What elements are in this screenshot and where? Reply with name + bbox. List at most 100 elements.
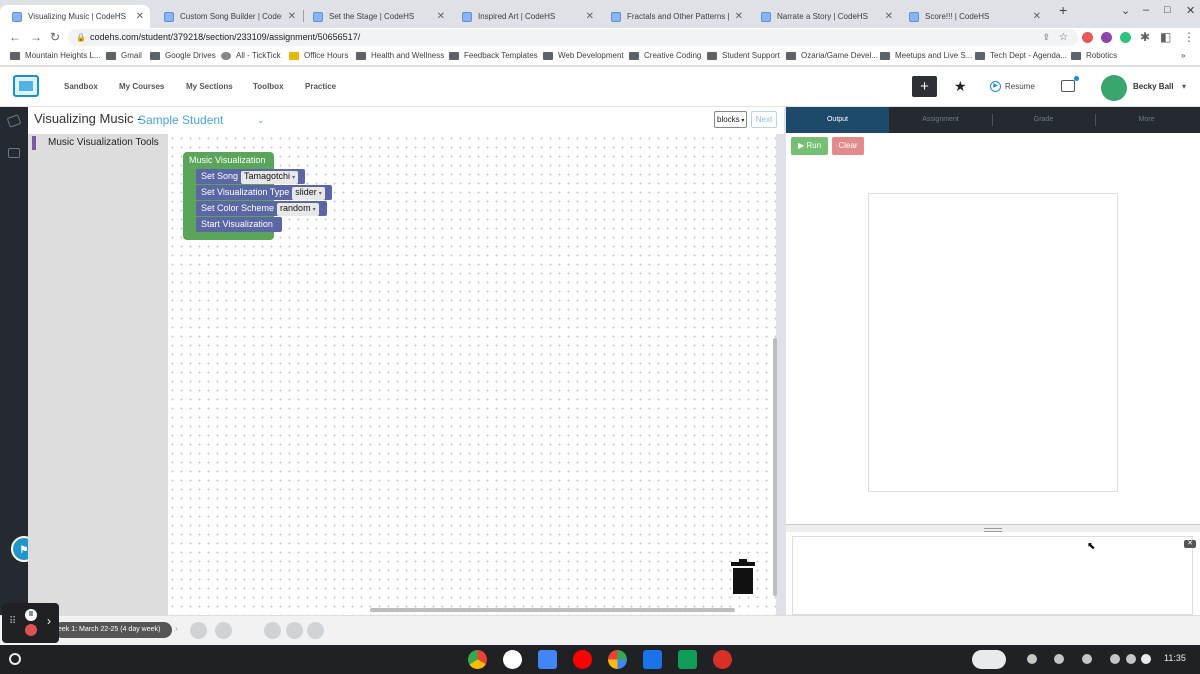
app-icon[interactable] [643, 650, 662, 669]
toolbox-category[interactable]: Music Visualization Tools [32, 136, 159, 150]
chevron-down-icon[interactable]: ▾ [1182, 82, 1186, 91]
resume-button[interactable]: ▶ Resume [990, 81, 1035, 92]
close-tab-icon[interactable]: ✕ [1033, 11, 1041, 22]
lightbulb-icon[interactable] [190, 622, 207, 639]
holding-space-icon[interactable] [972, 650, 1006, 669]
nav-my-courses[interactable]: My Courses [119, 82, 164, 91]
close-tab-icon[interactable]: ✕ [437, 11, 445, 22]
clear-console-icon[interactable]: ✕ [1184, 540, 1196, 548]
bookmark-item[interactable]: Student Support [707, 51, 780, 60]
codehs-logo-icon[interactable] [13, 75, 39, 97]
stylus-icon[interactable] [1054, 654, 1064, 664]
week-selector[interactable]: eek 1: March 22-25 (4 day week) [54, 622, 172, 638]
forward-icon[interactable]: → [30, 30, 42, 44]
chevron-down-icon[interactable]: ⌄ [257, 115, 265, 126]
address-bar[interactable]: 🔒 codehs.com/student/379218/section/2331… [68, 29, 1078, 46]
launcher-icon[interactable] [9, 653, 21, 665]
chevron-right-icon[interactable]: › [47, 614, 51, 628]
side-panel-icon[interactable]: ◧ [1160, 30, 1171, 44]
minus-icon[interactable] [215, 622, 232, 639]
drag-handle-icon[interactable]: ⠿ [9, 616, 16, 627]
browser-tab[interactable]: Fractals and Other Patterns | Co ✕ [599, 5, 749, 28]
microphone-icon[interactable] [1027, 654, 1037, 664]
close-tab-icon[interactable]: ✕ [885, 11, 893, 22]
nav-toolbox[interactable]: Toolbox [253, 82, 284, 91]
queue-icon[interactable] [1082, 654, 1092, 664]
set-song-block[interactable]: Set Song Tamagotchi ▾ [196, 169, 305, 184]
tab-output[interactable]: Output [786, 107, 889, 133]
browser-tab[interactable]: Custom Song Builder | CodeHS ✕ [152, 5, 302, 28]
keyboard-icon[interactable] [1110, 654, 1120, 664]
classroom-icon[interactable] [678, 650, 697, 669]
close-tab-icon[interactable]: ✕ [586, 11, 594, 22]
bookmark-item[interactable]: Gmail [106, 51, 142, 60]
maximize-icon[interactable]: □ [1164, 4, 1171, 16]
more-bookmarks-icon[interactable]: » [1181, 51, 1185, 60]
clear-button[interactable]: Clear [832, 137, 864, 155]
record-icon[interactable] [307, 622, 324, 639]
song-dropdown[interactable]: Tamagotchi ▾ [241, 171, 299, 184]
create-button[interactable]: + [912, 76, 937, 97]
nav-sandbox[interactable]: Sandbox [64, 82, 98, 91]
tab-assignment[interactable]: Assignment [889, 107, 992, 133]
bookmark-item[interactable]: Meetups and Live S... [880, 51, 972, 60]
settings-icon[interactable] [286, 622, 303, 639]
star-icon[interactable]: ★ [954, 78, 967, 95]
bookmark-item[interactable]: Google Drives [150, 51, 216, 60]
bookmark-item[interactable]: Tech Dept - Agenda... [975, 51, 1067, 60]
browser-tab[interactable]: Score!!! | CodeHS ✕ [897, 5, 1047, 28]
bookmark-item[interactable]: Feedback Templates [449, 51, 538, 60]
trash-icon[interactable] [731, 559, 755, 594]
set-color-scheme-block[interactable]: Set Color Scheme random ▾ [196, 201, 327, 216]
extension-icon[interactable] [1101, 32, 1112, 43]
tab-search-chevron-icon[interactable]: ⌄ [1121, 4, 1130, 17]
play-store-icon[interactable] [608, 650, 627, 669]
run-button[interactable]: ▶ Run [791, 137, 828, 155]
start-visualization-block[interactable]: Start Visualization [196, 217, 282, 232]
browser-tab[interactable]: Visualizing Music | CodeHS ✕ [0, 5, 150, 28]
set-visualization-type-block[interactable]: Set Visualization Type slider ▾ [196, 185, 332, 200]
stop-icon[interactable] [25, 624, 37, 636]
mic-status-icon[interactable] [1126, 654, 1136, 664]
bookmark-item[interactable]: Mountain Heights L... [10, 51, 101, 60]
video-icon[interactable] [243, 622, 260, 639]
bookmark-item[interactable]: Ozaria/Game Devel... [786, 51, 878, 60]
browser-tab[interactable]: Set the Stage | CodeHS ✕ [301, 5, 451, 28]
minimize-icon[interactable]: – [1143, 4, 1149, 16]
gmail-icon[interactable] [503, 650, 522, 669]
docs-icon[interactable] [538, 650, 557, 669]
avatar[interactable] [1101, 75, 1127, 101]
type-dropdown[interactable]: slider ▾ [292, 187, 325, 200]
close-tab-icon[interactable]: ✕ [288, 11, 296, 22]
color-dropdown[interactable]: random ▾ [277, 203, 319, 216]
tab-grade[interactable]: Grade [992, 107, 1095, 133]
bookmark-item[interactable]: Health and Wellness [356, 51, 444, 60]
grid-icon[interactable] [264, 622, 281, 639]
nav-my-sections[interactable]: My Sections [186, 82, 233, 91]
close-tab-icon[interactable]: ✕ [136, 11, 144, 22]
calendar-icon[interactable] [1061, 76, 1079, 92]
bookmark-item[interactable]: Robotics [1071, 51, 1117, 60]
map-icon[interactable] [6, 114, 22, 128]
bookmark-item[interactable]: All - TickTick [221, 51, 281, 60]
screencast-icon[interactable] [713, 650, 732, 669]
youtube-icon[interactable] [573, 650, 592, 669]
close-tab-icon[interactable]: ✕ [735, 11, 743, 22]
bookmark-item[interactable]: Web Development [543, 51, 624, 60]
pause-icon[interactable]: II [25, 609, 37, 621]
user-name[interactable]: Becky Ball [1133, 82, 1173, 91]
new-tab-icon[interactable]: + [1059, 2, 1067, 18]
puzzle-extensions-icon[interactable]: ✱ [1140, 30, 1150, 44]
extension-icon[interactable] [1082, 32, 1093, 43]
bookmark-item[interactable]: Office Hours [289, 51, 348, 60]
mode-select[interactable]: blocks ▾ [714, 111, 747, 128]
nav-practice[interactable]: Practice [305, 82, 336, 91]
browser-tab[interactable]: Narrate a Story | CodeHS ✕ [749, 5, 899, 28]
student-selector[interactable]: Sample Student [138, 113, 223, 127]
clock[interactable]: 11:35 [1164, 653, 1186, 663]
workspace-horizontal-scrollbar[interactable] [370, 608, 735, 612]
chrome-icon[interactable] [468, 650, 487, 669]
workspace-vertical-scrollbar[interactable] [773, 338, 777, 596]
folder-icon[interactable] [8, 148, 20, 158]
bookmark-item[interactable]: Creative Coding [629, 51, 701, 60]
